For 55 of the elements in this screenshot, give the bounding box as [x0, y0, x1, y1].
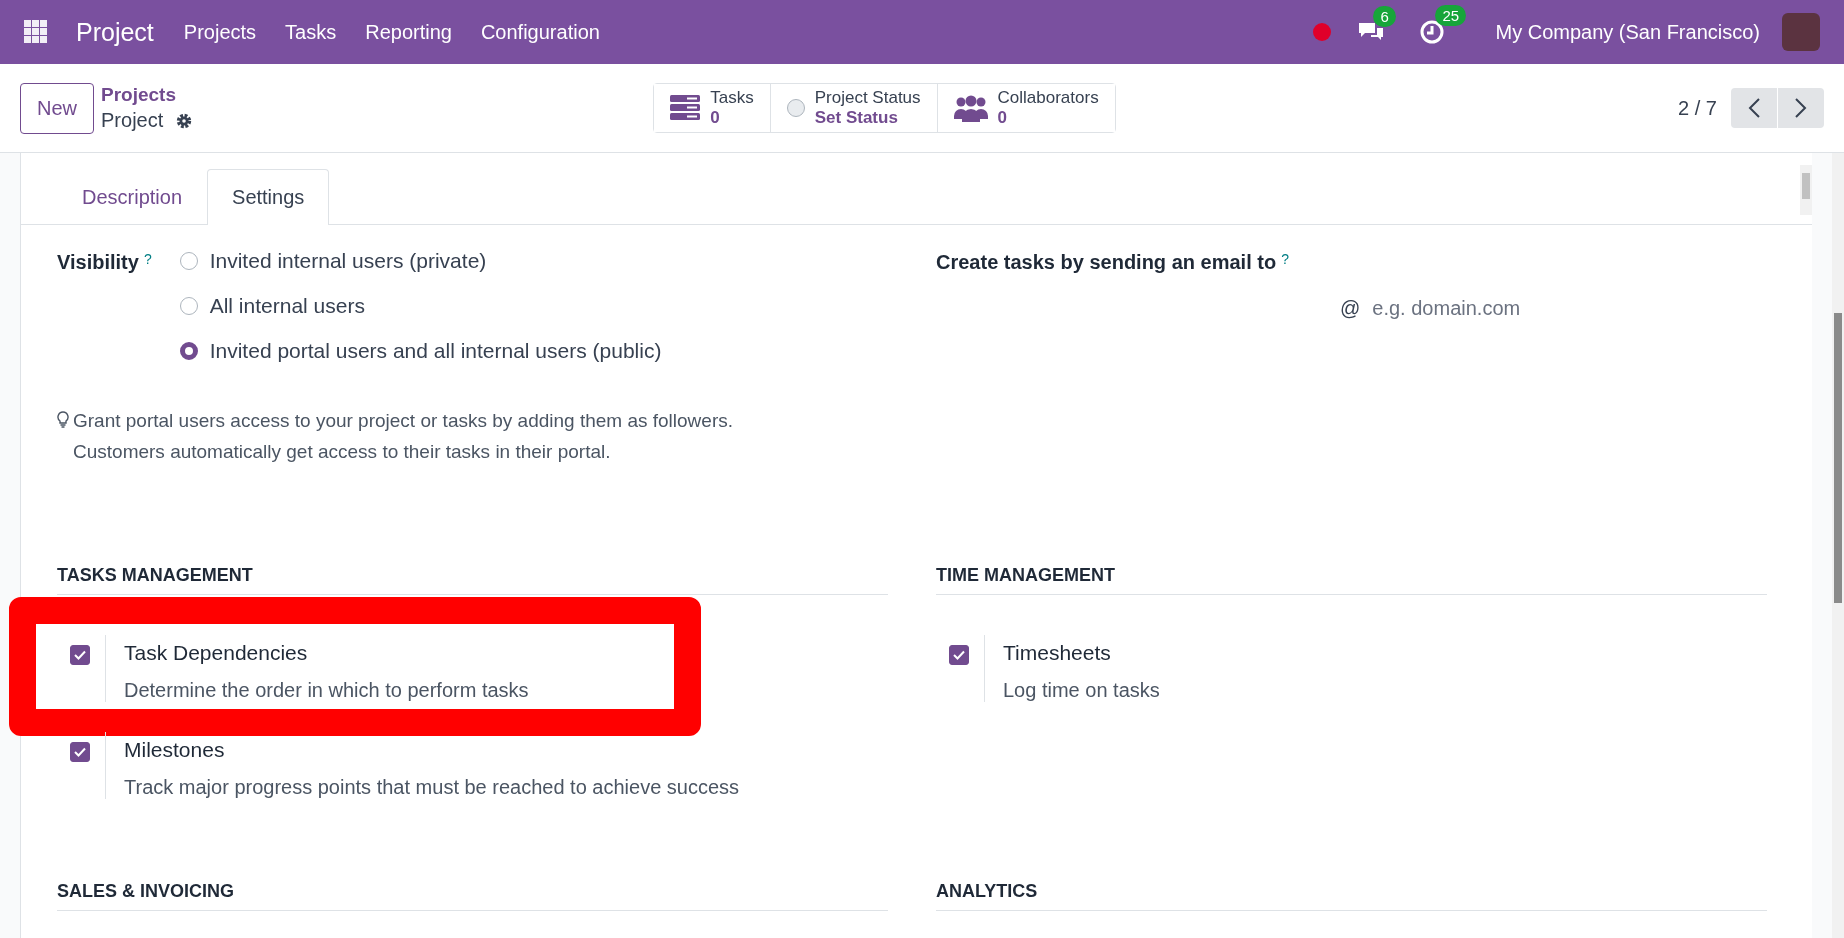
menu-item[interactable]: Tasks [285, 20, 337, 44]
section-title: TIME MANAGEMENT [936, 565, 1767, 595]
lightbulb-icon [57, 411, 69, 428]
pager-count: 2 / 7 [1678, 96, 1717, 120]
hint-text: Grant portal users access to your project or tasks by adding them as followers. Customers automatically get access to their tasks in their portal. [73, 409, 734, 464]
checkmark-icon [74, 650, 86, 660]
setting-description: Track major progress points that must be reached to achieve success [124, 776, 740, 799]
section-title: SALES & INVOICING [57, 881, 888, 911]
setting-label[interactable]: Timesheets [1003, 641, 1160, 665]
scrollbar[interactable] [1832, 153, 1844, 938]
message-count: 6 [1373, 6, 1396, 27]
setting-description: Log time on tasks [1003, 679, 1160, 702]
checkmark-icon [74, 747, 86, 757]
checkmark-icon [953, 650, 965, 660]
tab[interactable]: Settings [207, 169, 330, 225]
status-circle-icon [786, 99, 805, 117]
setting-label[interactable]: Milestones [124, 738, 740, 762]
at-sign: @ [1340, 297, 1361, 320]
list-icon [670, 95, 701, 121]
app-grid-icon[interactable] [24, 20, 48, 44]
menu-item[interactable]: Reporting [365, 20, 452, 44]
activity-count: 25 [1435, 5, 1467, 26]
section-title: ANALYTICS [936, 881, 1767, 911]
checkbox[interactable] [70, 645, 90, 665]
field-label: Create tasks by sending an email to [936, 251, 1277, 274]
setting-label[interactable]: Task Dependencies [124, 641, 529, 665]
section-title: TASKS MANAGEMENT [57, 565, 888, 595]
next-button[interactable] [1778, 88, 1824, 128]
chevron-left-icon [1747, 97, 1761, 119]
record-title: Project [101, 109, 164, 132]
radio-label[interactable]: Invited portal users and all internal users (public) [209, 339, 662, 363]
menu-item[interactable]: Projects [183, 20, 257, 44]
help-tooltip[interactable]: ? [143, 251, 152, 267]
radio-label[interactable]: Invited internal users (private) [209, 249, 487, 273]
help-tooltip[interactable]: ? [1281, 251, 1289, 267]
status-dot[interactable] [1313, 23, 1332, 41]
radio-button[interactable] [179, 342, 198, 360]
app-name[interactable]: Project [76, 17, 154, 47]
breadcrumb-link[interactable]: Projects [101, 84, 194, 106]
gear-icon[interactable] [175, 111, 194, 130]
users-icon [953, 94, 988, 122]
tab[interactable]: Description [57, 169, 208, 225]
new-button[interactable]: New [20, 82, 94, 134]
chevron-right-icon [1794, 97, 1808, 119]
checkbox[interactable] [949, 645, 969, 665]
previous-button[interactable] [1731, 88, 1777, 128]
setting-description: Determine the order in which to perform tasks [124, 679, 529, 702]
clock-icon[interactable] [1419, 19, 1446, 45]
smart-button[interactable]: Tasks 0 [654, 84, 771, 132]
radio-label[interactable]: All internal users [209, 294, 365, 318]
field-label: Visibility [57, 251, 139, 274]
menu-item[interactable]: Configuration [480, 20, 600, 44]
checkbox[interactable] [70, 742, 90, 762]
scrollbar[interactable] [1800, 165, 1812, 215]
company-switcher[interactable]: My Company (San Francisco) [1495, 20, 1760, 44]
